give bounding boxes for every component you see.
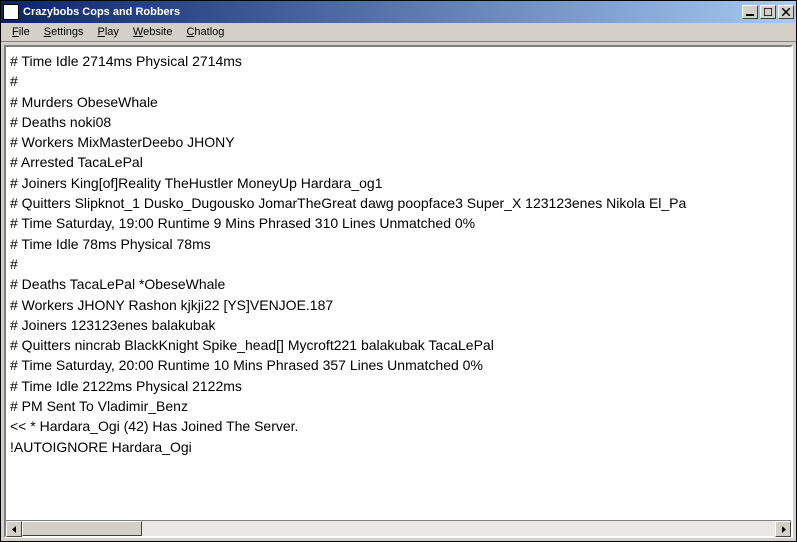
log-line: # [10,71,787,91]
minimize-icon [746,8,754,16]
arrow-left-icon [11,526,18,533]
window-controls [740,5,794,19]
window-title: Crazybobs Cops and Robbers [23,6,740,18]
log-viewport[interactable]: # Time Idle 2714ms Physical 2714ms## Mur… [6,47,791,520]
titlebar[interactable]: Crazybobs Cops and Robbers [1,1,796,23]
close-button[interactable] [778,5,794,19]
log-line: # PM Sent To Vladimir_Benz [10,396,787,416]
log-line: # Time Idle 2714ms Physical 2714ms [10,51,787,71]
log-line: # Quitters nincrab BlackKnight Spike_hea… [10,335,787,355]
log-line: # Time Saturday, 19:00 Runtime 9 Mins Ph… [10,213,787,233]
log-line: # Workers MixMasterDeebo JHONY [10,132,787,152]
menu-website[interactable]: Website [126,24,180,40]
main-window: Crazybobs Cops and Robbers File Settings… [0,0,797,542]
log-line: # Joiners 123123enes balakubak [10,315,787,335]
minimize-button[interactable] [742,5,758,19]
log-line: # Arrested TacaLePal [10,152,787,172]
maximize-button[interactable] [760,5,776,19]
log-line: !AUTOIGNORE Hardara_Ogi [10,437,787,457]
close-icon [782,8,790,16]
maximize-icon [764,8,772,16]
log-line: # Deaths TacaLePal *ObeseWhale [10,274,787,294]
scroll-thumb[interactable] [22,521,142,536]
menu-file[interactable]: File [5,24,37,40]
log-line: # Joiners King[of]Reality TheHustler Mon… [10,173,787,193]
menu-chatlog[interactable]: Chatlog [179,24,231,40]
log-line: # Deaths noki08 [10,112,787,132]
log-line: # Murders ObeseWhale [10,92,787,112]
scroll-right-button[interactable] [775,521,791,537]
log-line: # Workers JHONY Rashon kjkji22 [YS]VENJO… [10,295,787,315]
log-line: # Time Idle 2122ms Physical 2122ms [10,376,787,396]
log-line: # Time Idle 78ms Physical 78ms [10,234,787,254]
menu-settings[interactable]: Settings [37,24,91,40]
log-content: # Time Idle 2714ms Physical 2714ms## Mur… [6,47,791,461]
log-line: # Quitters Slipknot_1 Dusko_Dugousko Jom… [10,193,787,213]
app-icon [3,4,19,20]
log-line: # [10,254,787,274]
scroll-track[interactable] [22,521,775,536]
menu-play[interactable]: Play [91,24,126,40]
arrow-right-icon [780,526,787,533]
menubar: File Settings Play Website Chatlog [1,23,796,42]
horizontal-scrollbar [6,520,791,536]
log-line: << * Hardara_Ogi (42) Has Joined The Ser… [10,416,787,436]
client-area: # Time Idle 2714ms Physical 2714ms## Mur… [4,45,793,538]
log-line: # Time Saturday, 20:00 Runtime 10 Mins P… [10,355,787,375]
scroll-left-button[interactable] [6,521,22,537]
